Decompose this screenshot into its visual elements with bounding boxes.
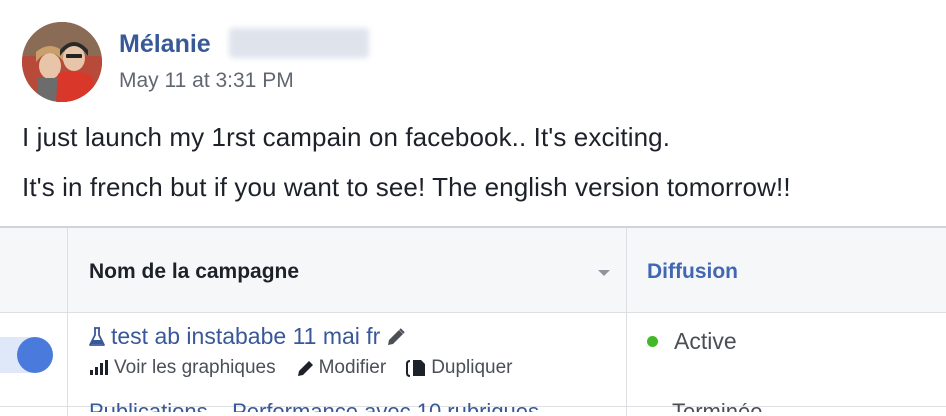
campaign-actions: Voir les graphiques Modifier Dupliquer xyxy=(89,357,533,379)
post-text-line2: It's in french but if you want to see! T… xyxy=(22,172,791,202)
delivery-status: Active xyxy=(647,328,737,355)
post-text-line1: I just launch my 1rst campain on faceboo… xyxy=(22,122,671,152)
campaign-table: Nom de la campagne Diffusion test ab ins… xyxy=(0,226,946,416)
column-divider xyxy=(626,228,627,416)
post-timestamp[interactable]: May 11 at 3:31 PM xyxy=(119,69,294,93)
beaker-icon xyxy=(89,326,105,346)
delivery-status-label: Terminée xyxy=(672,403,762,412)
view-charts-label: Voir les graphiques xyxy=(114,357,276,378)
edit-label: Modifier xyxy=(318,357,387,378)
column-header-diffusion[interactable]: Diffusion xyxy=(647,260,738,284)
duplicate-button[interactable]: Dupliquer xyxy=(406,357,513,379)
campaign-toggle-knob[interactable] xyxy=(17,337,53,373)
avatar-photo xyxy=(22,22,102,102)
copy-icon xyxy=(406,360,426,377)
delivery-status: Terminée xyxy=(672,403,762,412)
duplicate-label: Dupliquer xyxy=(431,357,513,378)
sort-caret-icon[interactable] xyxy=(598,270,610,276)
redacted-surname xyxy=(229,28,369,58)
campaign-name-text[interactable]: test ab instababe 11 mai fr xyxy=(111,323,380,350)
pencil-icon xyxy=(297,361,313,376)
bar-chart-icon xyxy=(90,360,108,375)
column-divider xyxy=(67,228,68,416)
avatar[interactable] xyxy=(22,22,102,102)
view-charts-button[interactable]: Voir les graphiques xyxy=(89,357,276,379)
edit-button[interactable]: Modifier xyxy=(296,357,387,379)
delivery-status-label: Active xyxy=(674,328,737,354)
table-row-campaign-name[interactable]: Publications – Performance avec 10 rubri… xyxy=(89,403,539,412)
table-header-row: Nom de la campagne Diffusion xyxy=(0,228,946,313)
pencil-icon[interactable] xyxy=(386,327,406,347)
column-header-campaign-name[interactable]: Nom de la campagne xyxy=(89,260,299,284)
table-row-campaign-name[interactable]: test ab instababe 11 mai fr xyxy=(89,323,406,350)
status-dot-icon xyxy=(647,336,658,347)
campaign-name-text[interactable]: Publications – Performance avec 10 rubri… xyxy=(89,403,539,412)
author-name[interactable]: Mélanie xyxy=(119,30,211,59)
